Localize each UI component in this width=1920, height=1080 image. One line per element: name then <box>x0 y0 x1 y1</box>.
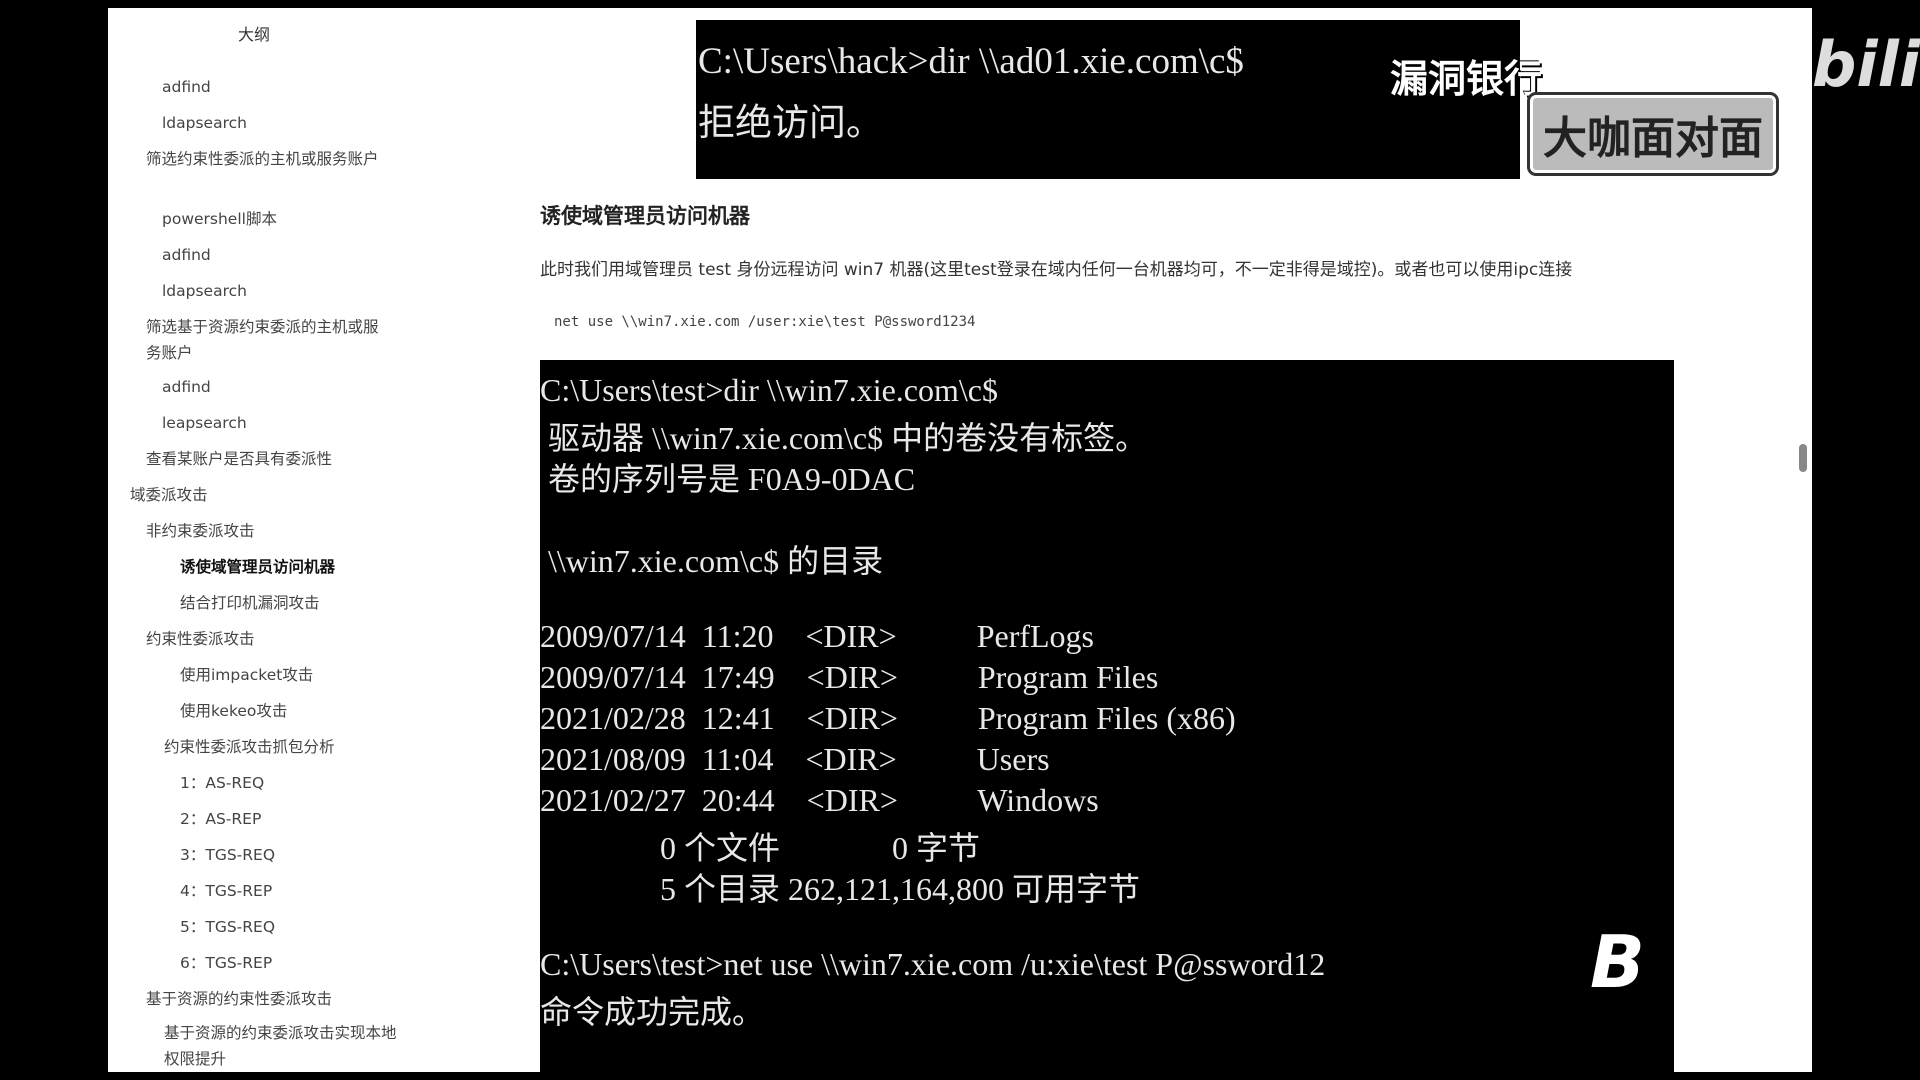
outline-item[interactable]: 6：TGS-REP <box>180 950 272 976</box>
terminal-line: 驱动器 \\win7.xie.com\c$ 中的卷没有标签。 <box>540 420 1148 456</box>
outline-item[interactable]: adfind <box>162 74 211 100</box>
terminal-line: 2009/07/14 11:20 <DIR> PerfLogs <box>540 618 1094 654</box>
b-logo-icon: B <box>1590 920 1645 1004</box>
terminal-line: \\win7.xie.com\c$ 的目录 <box>540 543 884 579</box>
scrollbar[interactable] <box>1796 8 1812 1072</box>
outline-item-active[interactable]: 诱使域管理员访问机器 <box>180 554 335 580</box>
outline-item[interactable]: 域委派攻击 <box>130 482 208 508</box>
terminal-line: C:\Users\test>net use \\win7.xie.com /u:… <box>540 946 1326 982</box>
outline-item[interactable]: 约束性委派攻击 <box>146 626 255 652</box>
outline-item[interactable]: 结合打印机漏洞攻击 <box>180 590 320 616</box>
outline-item[interactable]: ldapsearch <box>162 110 247 136</box>
code-block: net use \\win7.xie.com /user:xie\test P@… <box>554 314 976 330</box>
outline-item[interactable]: 基于资源的约束委派攻击实现本地权限提升 <box>164 1020 404 1072</box>
outline-item[interactable]: 3：TGS-REQ <box>180 842 275 868</box>
terminal-line: 卷的序列号是 F0A9-0DAC <box>540 461 916 497</box>
outline-item[interactable]: 使用kekeo攻击 <box>180 698 287 724</box>
outline-item[interactable]: 5：TGS-REQ <box>180 914 275 940</box>
section-heading: 诱使域管理员访问机器 <box>540 204 750 228</box>
outline-item[interactable]: 筛选约束性委派的主机或服务账户 <box>146 146 386 172</box>
outline-sidebar: 大纲 adfind ldapsearch 筛选约束性委派的主机或服务账户 pow… <box>108 8 408 1072</box>
outline-item[interactable]: 基于资源的约束性委派攻击 <box>146 986 332 1012</box>
terminal-line: 2021/08/09 11:04 <DIR> Users <box>540 741 1050 777</box>
terminal-line: C:\Users\test>dir \\win7.xie.com\c$ <box>540 372 998 408</box>
outline-title: 大纲 <box>238 25 271 44</box>
terminal-screenshot-main: C:\Users\test>dir \\win7.xie.com\c$ 驱动器 … <box>540 360 1674 1072</box>
outline-item[interactable]: 使用impacket攻击 <box>180 662 313 688</box>
outline-item[interactable]: 非约束委派攻击 <box>146 518 255 544</box>
outline-item[interactable]: leapsearch <box>162 410 247 436</box>
outline-item[interactable]: adfind <box>162 242 211 268</box>
outline-item[interactable]: powershell脚本 <box>162 206 277 232</box>
watermark-text: 漏洞银行 <box>1390 57 1543 101</box>
bilibili-logo: bili <box>1812 28 1920 101</box>
outline-item[interactable]: 查看某账户是否具有委派性 <box>146 446 332 472</box>
outline-item[interactable]: 4：TGS-REP <box>180 878 272 904</box>
terminal-line: 5 个目录 262,121,164,800 可用字节 <box>540 871 1141 907</box>
outline-item[interactable]: ldapsearch <box>162 278 247 304</box>
watermark-badge: 大咖面对面 <box>1530 95 1776 173</box>
paragraph: 此时我们用域管理员 test 身份远程访问 win7 机器(这里test登录在域… <box>540 260 1573 280</box>
outline-item[interactable]: 1：AS-REQ <box>180 770 264 796</box>
terminal-line: 2009/07/14 17:49 <DIR> Program Files <box>540 659 1159 695</box>
terminal-line: 拒绝访问。 <box>698 103 883 144</box>
terminal-line: 2021/02/28 12:41 <DIR> Program Files (x8… <box>540 700 1236 736</box>
outline-item[interactable]: 约束性委派攻击抓包分析 <box>164 734 335 760</box>
terminal-line: 0 个文件 0 字节 <box>540 830 981 866</box>
outline-item[interactable]: adfind <box>162 374 211 400</box>
outline-item[interactable]: 2：AS-REP <box>180 806 261 832</box>
terminal-line: 2021/02/27 20:44 <DIR> Windows <box>540 782 1099 818</box>
scrollbar-thumb[interactable] <box>1799 444 1807 472</box>
outline-item[interactable]: 筛选基于资源约束委派的主机或服务账户 <box>146 314 386 366</box>
terminal-line: 命令成功完成。 <box>540 994 765 1030</box>
terminal-line: C:\Users\hack>dir \\ad01.xie.com\c$ <box>698 41 1244 82</box>
